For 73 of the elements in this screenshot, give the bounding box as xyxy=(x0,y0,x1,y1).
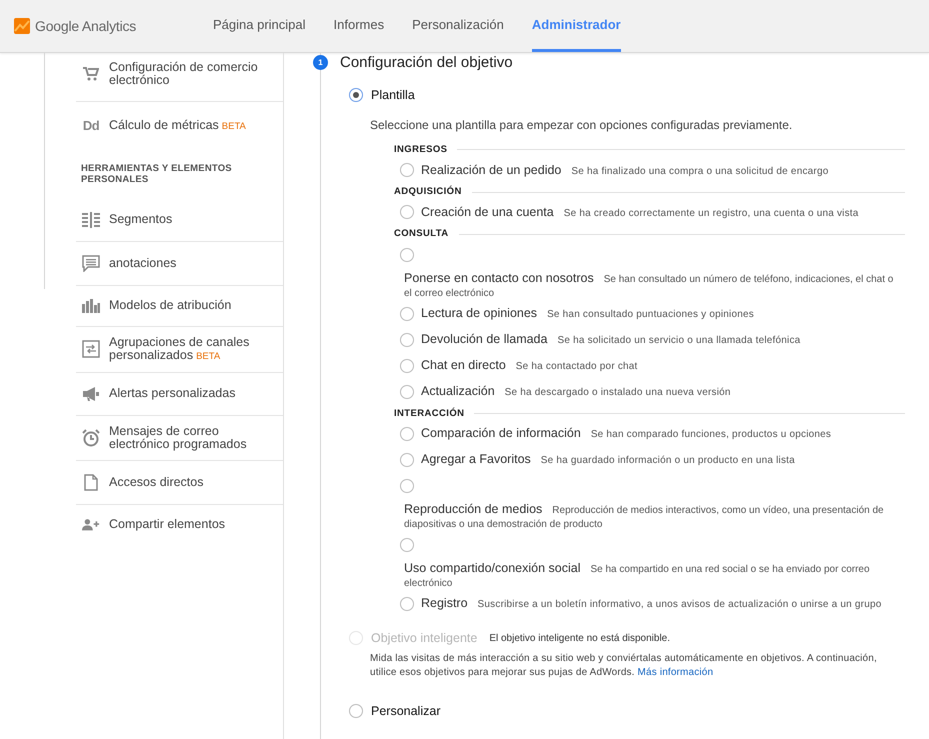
category-heading: INTERACCIÓN xyxy=(394,406,464,420)
radio-button[interactable] xyxy=(400,248,414,262)
goal-description: Se ha descargado o instalado una nueva versión xyxy=(504,386,731,400)
option-description: Mida las visitas de más interacción a su sitio web y conviértalas automáticamente en objetivos. A continuación, utilice esos objetivos para mejorar sus pujas de AdWords. Más información xyxy=(369,652,878,680)
radio-button[interactable] xyxy=(400,205,414,220)
add-person-icon xyxy=(82,518,100,530)
radio-button[interactable] xyxy=(400,596,414,611)
sidebar-link[interactable]: Mensajes de correo electrónico programados xyxy=(109,424,275,450)
bar-chart-icon xyxy=(82,298,100,312)
radio-button[interactable] xyxy=(349,704,363,718)
alarm-clock-icon xyxy=(82,428,100,446)
document-icon xyxy=(84,474,98,490)
radio-button[interactable] xyxy=(400,452,414,467)
goal-option-text: Ponerse en contacto con nosotros Se han consultado un número de teléfono, indicaciones, el chat o el correo electrónico xyxy=(404,270,894,300)
nav-tab[interactable]: Personalización xyxy=(412,0,504,52)
goal-description: Se ha contactado por chat xyxy=(516,360,638,374)
step-number: 1 xyxy=(313,55,328,70)
goal-name: Creación de una cuenta xyxy=(421,204,554,221)
radio-button[interactable] xyxy=(400,332,414,346)
section-heading: HERRAMIENTAS Y ELEMENTOS PERSONALES xyxy=(80,162,233,184)
goal-name: Devolución de llamada xyxy=(421,331,548,348)
goal-description: Se ha creado correctamente un registro, una cuenta o una vista xyxy=(564,206,859,221)
goal-option-text: Reproducción de medios Reproducción de medios interactivos, como un vídeo, una presentación de diapositivas o una demostración de producto xyxy=(404,502,885,532)
nav-tab[interactable]: Página principal xyxy=(213,0,306,52)
goal-name: Registro xyxy=(421,595,468,612)
category-heading: ADQUISICIÓN xyxy=(394,185,462,199)
sidebar-link[interactable]: Cálculo de métricas BETA xyxy=(109,118,246,133)
radio-button[interactable] xyxy=(349,88,363,102)
goal-name: Chat en directo xyxy=(421,357,506,374)
goal-description: Suscribirse a un boletín informativo, a unos avisos de actualización o unirse a un grupo xyxy=(478,598,882,612)
goal-name: Agregar a Favoritos xyxy=(421,451,531,468)
category-heading: INGRESOS xyxy=(394,142,448,157)
nav-tab[interactable]: Informes xyxy=(334,0,384,52)
goal-description: Se ha solicitado un servicio o una llamada telefónica xyxy=(557,334,800,348)
section-title: Configuración del objetivo xyxy=(340,53,514,72)
sidebar-link[interactable]: Accesos directos xyxy=(109,476,204,488)
analytics-logo-icon xyxy=(14,18,30,34)
cart-icon xyxy=(83,67,99,81)
option-label: Personalizar xyxy=(371,702,440,720)
radio-button[interactable] xyxy=(400,358,414,372)
goal-description: Se ha finalizado una compra o una solicitud de encargo xyxy=(571,164,828,179)
radio-button[interactable] xyxy=(400,426,414,441)
radio-button[interactable] xyxy=(400,163,414,177)
goal-option-text: Uso compartido/conexión social Se ha compartido en una red social o se ha enviado por correo electrónico xyxy=(404,560,871,591)
megaphone-icon xyxy=(82,386,100,402)
comment-icon xyxy=(82,254,100,272)
goal-description: Se han consultado puntuaciones y opiniones xyxy=(547,308,754,322)
radio-button[interactable] xyxy=(400,306,414,320)
segments-icon xyxy=(82,212,100,228)
goal-name: Actualización xyxy=(421,383,495,400)
option-label: Plantilla xyxy=(371,87,415,104)
goal-name: Lectura de opiniones xyxy=(421,305,538,322)
radio-button[interactable] xyxy=(400,538,414,552)
category-heading: CONSULTA xyxy=(394,227,449,242)
radio-button[interactable] xyxy=(400,384,414,398)
option-status: El objetivo inteligente no está disponible. xyxy=(489,632,670,646)
app-logo-text: Google Analytics xyxy=(35,16,136,36)
dd-icon: Dd xyxy=(82,116,100,136)
channels-icon xyxy=(82,340,100,358)
sidebar-link[interactable]: Configuración de comercio electrónico xyxy=(109,61,275,87)
goal-description: Se han comparado funciones, productos u opciones xyxy=(590,428,832,442)
goal-name: Comparación de información xyxy=(421,425,581,442)
goal-name: Realización de un pedido xyxy=(421,162,562,179)
sidebar-link[interactable]: anotaciones xyxy=(109,256,176,270)
goal-description: Se ha guardado información o un producto en una lista xyxy=(540,454,795,468)
sidebar-link[interactable]: Segmentos xyxy=(109,213,172,226)
option-label: Objetivo inteligente xyxy=(371,630,478,647)
sidebar-link[interactable]: Modelos de atribución xyxy=(109,299,232,312)
sidebar-link[interactable]: Compartir elementos xyxy=(109,518,226,530)
radio-button[interactable] xyxy=(400,478,414,493)
option-hint: Seleccione una plantilla para empezar con opciones configuradas previamente. xyxy=(369,116,794,134)
sidebar-link[interactable]: Alertas personalizadas xyxy=(109,387,236,400)
sidebar-link[interactable]: Agrupaciones de canales personalizados BETA xyxy=(109,336,275,362)
